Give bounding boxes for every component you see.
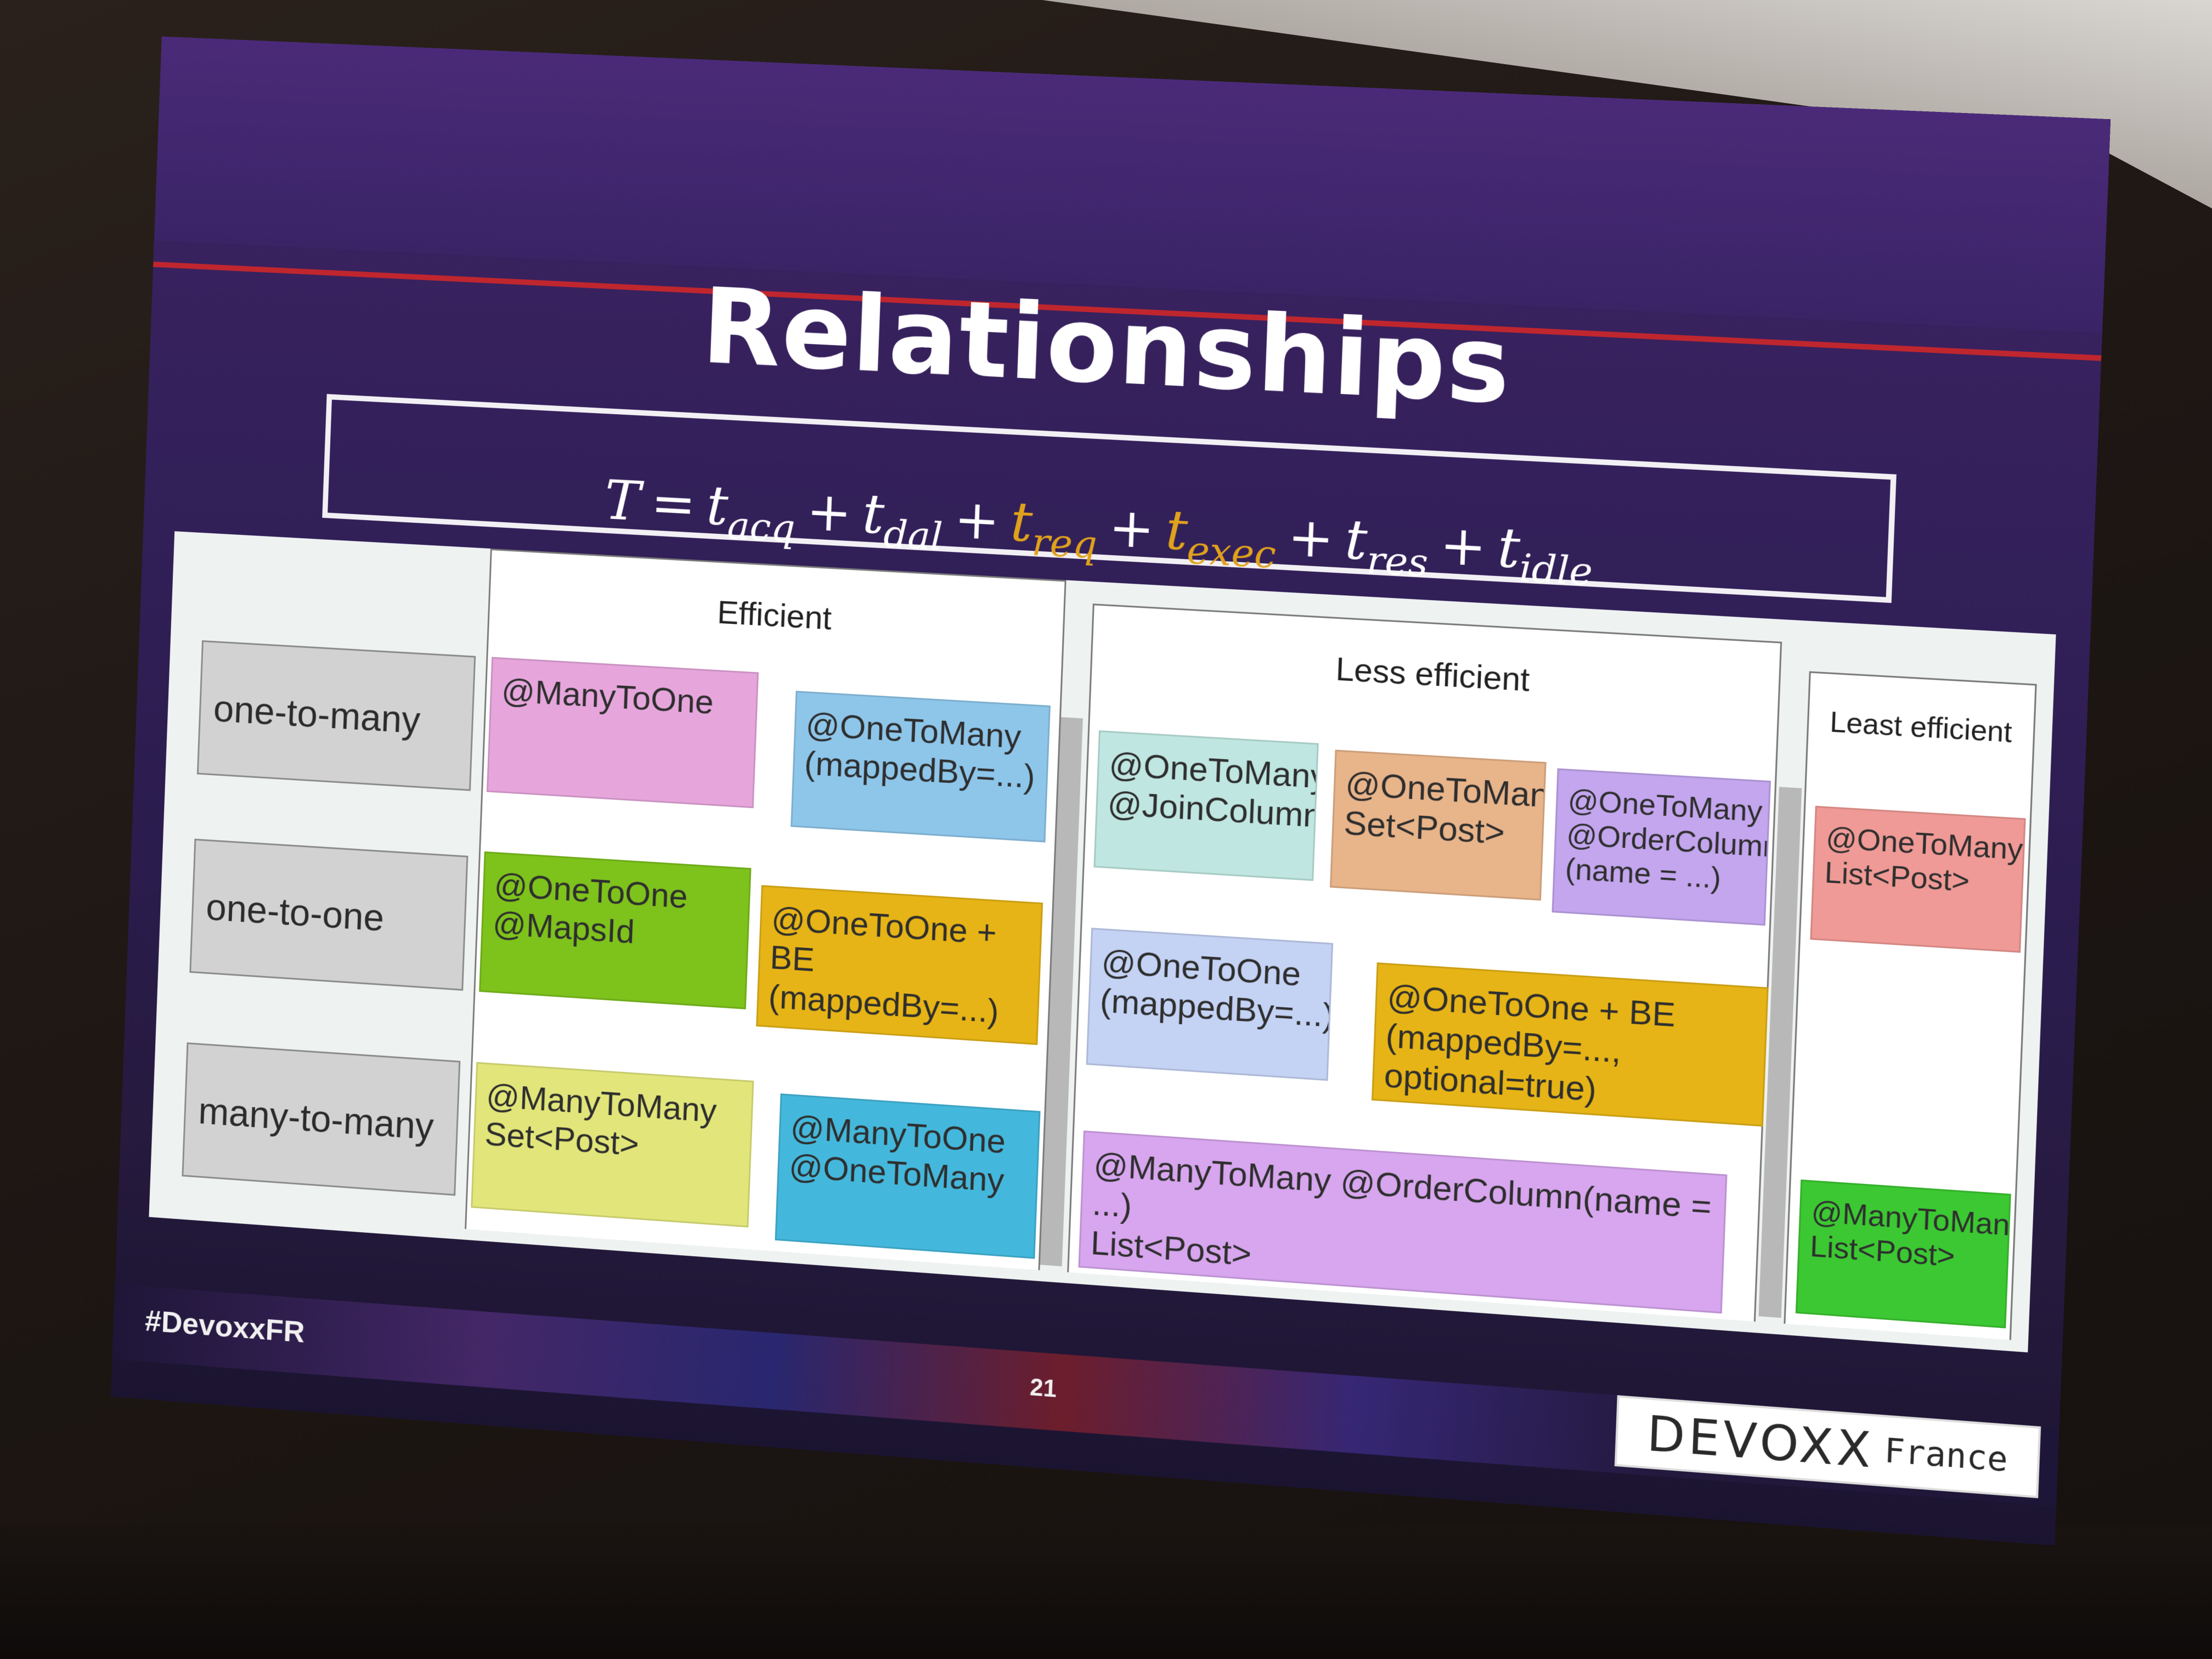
group-less-efficient-label: Less efficient bbox=[1092, 636, 1779, 713]
cell-one-to-many-set: @OneToMany Set<Post> bbox=[1330, 749, 1547, 900]
row-label-one-to-many: one-to-many bbox=[197, 640, 476, 791]
group-efficient-label: Efficient bbox=[489, 580, 1063, 650]
slide-number: 21 bbox=[1029, 1374, 1057, 1403]
term-req: treq bbox=[1009, 489, 1099, 558]
floor-shadow bbox=[0, 1525, 2212, 1659]
term-acq: tacq bbox=[706, 473, 797, 542]
cell-one-to-one-mappedby: @OneToOne (mappedBy=...) bbox=[1086, 928, 1334, 1081]
relationship-table: Efficient Less efficient Least efficient… bbox=[149, 531, 2056, 1352]
plus-sign: + bbox=[1276, 504, 1346, 572]
row-label-one-to-one: one-to-one bbox=[189, 839, 468, 991]
term-exec: texec bbox=[1164, 498, 1278, 568]
cell-one-to-many-joincolumn: @OneToMany @JoinColumn bbox=[1093, 730, 1318, 881]
group-least-efficient-label: Least efficient bbox=[1808, 704, 2034, 751]
cell-one-to-many-onetomany-mappedby: @OneToMany (mappedBy=...) bbox=[791, 691, 1051, 842]
logo-subtext: France bbox=[1883, 1431, 2008, 1480]
cell-one-to-one-be-mappedby: @OneToOne + BE (mappedBy=...) bbox=[756, 885, 1043, 1045]
term-dal: tdal bbox=[861, 482, 945, 550]
cell-one-to-many-manytoone: @ManyToOne bbox=[487, 657, 759, 808]
cell-one-to-one-be-optional: @OneToOne + BE (mappedBy=..., optional=t… bbox=[1372, 962, 1769, 1126]
term-idle: tidle bbox=[1497, 515, 1595, 585]
logo-text: DEVOXX bbox=[1646, 1404, 1875, 1479]
cell-many-to-many-list: @ManyToMany List<Post> bbox=[1796, 1180, 2011, 1328]
formula-lhs: T bbox=[603, 468, 641, 533]
plus-sign: + bbox=[942, 486, 1012, 554]
cell-one-to-one-mapsid: @OneToOne @MapsId bbox=[479, 851, 751, 1009]
cell-many-to-many-set: @ManyToMany Set<Post> bbox=[471, 1062, 754, 1228]
formula-equals: = bbox=[639, 470, 708, 537]
row-label-many-to-many: many-to-many bbox=[182, 1042, 460, 1196]
term-res: tres bbox=[1344, 507, 1430, 576]
projected-slide: Relationships T = tacq + tdal + treq + texec + tre… bbox=[111, 36, 2111, 1545]
cell-many-to-many-manytoone-onetomany: @ManyToOne @OneToMany bbox=[775, 1093, 1040, 1259]
plus-sign: + bbox=[1097, 494, 1167, 562]
cell-one-to-many-list: @OneToMany List<Post> bbox=[1810, 806, 2025, 953]
cell-one-to-many-ordercolumn: @OneToMany @OrderColumn (name = ...) bbox=[1552, 768, 1771, 926]
plus-sign: + bbox=[794, 478, 864, 545]
plus-sign: + bbox=[1427, 511, 1499, 580]
